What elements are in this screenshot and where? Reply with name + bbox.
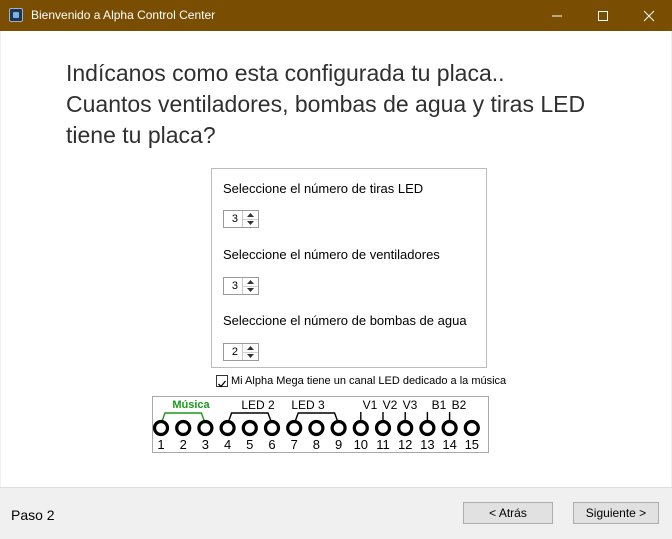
pin-9 <box>330 419 347 437</box>
heading-line-2: Cuantos ventiladores, bombas de agua y t… <box>66 91 586 117</box>
board-connector-diagram: 1 2 3 4 5 6 7 8 9 10 11 12 13 14 15 Música LED 2 LED 3… <box>152 396 489 453</box>
down-arrow-icon <box>247 288 254 292</box>
pin-number-4: 4 <box>224 437 231 452</box>
footer-divider <box>0 487 672 488</box>
pin-2 <box>175 419 192 437</box>
pin-label-v3: V3 <box>403 398 418 412</box>
pin-number-3: 3 <box>202 437 209 452</box>
group-label-musica: Música <box>172 399 210 411</box>
app-icon <box>9 8 23 22</box>
maximize-button[interactable] <box>580 0 626 31</box>
fans-label: Seleccione el número de ventiladores <box>223 247 440 262</box>
fans-value[interactable]: 3 <box>232 280 238 293</box>
pin-number-1: 1 <box>157 437 164 452</box>
pumps-label: Seleccione el número de bombas de agua <box>223 313 467 328</box>
pin-1 <box>152 419 170 437</box>
pin-label-b1: B1 <box>432 398 447 412</box>
fans-spinner[interactable]: 3 <box>223 277 259 295</box>
pumps-spinner[interactable]: 2 <box>223 343 259 361</box>
back-button[interactable]: < Atrás <box>463 502 553 524</box>
pin-3 <box>197 419 214 437</box>
spinner-buttons <box>242 278 258 294</box>
next-button[interactable]: Siguiente > <box>573 502 659 524</box>
pin-11 <box>374 419 392 437</box>
spinner-buttons <box>242 344 258 360</box>
led-strips-label: Seleccione el número de tiras LED <box>223 181 424 196</box>
checkmark-icon <box>218 380 227 388</box>
pin-number-8: 8 <box>313 437 320 452</box>
pin-row: 1 2 3 4 5 6 7 8 9 10 11 12 13 14 15 <box>152 419 480 452</box>
led-strips-spinner[interactable]: 3 <box>223 210 259 228</box>
pin-number-13: 13 <box>420 437 434 452</box>
pin-number-12: 12 <box>398 437 412 452</box>
page-heading: Indícanos como esta configurada tu placa… <box>66 58 626 151</box>
pin-number-7: 7 <box>291 437 298 452</box>
spin-down-button[interactable] <box>243 352 258 360</box>
pin-label-v1: V1 <box>363 398 378 412</box>
up-arrow-icon <box>247 213 254 217</box>
configuration-panel: Seleccione el número de tiras LED 3 Sele… <box>211 168 487 368</box>
pin-14 <box>441 419 458 437</box>
spin-down-button[interactable] <box>243 286 258 294</box>
pin-number-2: 2 <box>180 437 187 452</box>
pin-number-11: 11 <box>376 437 390 452</box>
heading-line-3: tiene tu placa? <box>66 122 216 148</box>
led-strips-value[interactable]: 3 <box>232 213 238 226</box>
spinner-buttons <box>242 211 258 227</box>
pin-number-6: 6 <box>268 437 275 452</box>
pin-6 <box>263 419 281 437</box>
music-channel-checkbox[interactable] <box>216 375 228 388</box>
pin-number-15: 15 <box>465 437 479 452</box>
pin-10 <box>352 419 369 437</box>
pin-7 <box>286 419 303 437</box>
pumps-value[interactable]: 2 <box>232 346 238 359</box>
music-channel-label: Mi Alpha Mega tiene un canal LED dedicad… <box>231 375 507 387</box>
connector-diagram-svg: 1 2 3 4 5 6 7 8 9 10 11 12 13 14 15 Música LED 2 LED 3… <box>152 398 480 452</box>
pin-4 <box>219 419 236 437</box>
pin-5 <box>241 419 258 437</box>
pin-13 <box>419 419 436 437</box>
down-arrow-icon <box>247 221 254 225</box>
pin-number-10: 10 <box>354 437 368 452</box>
up-arrow-icon <box>247 346 254 350</box>
title-bar[interactable]: Bienvenido a Alpha Control Center <box>0 0 672 31</box>
pin-number-9: 9 <box>335 437 342 452</box>
pin-8 <box>308 419 325 437</box>
pin-15 <box>463 419 480 437</box>
pin-12 <box>397 419 414 437</box>
minimize-icon <box>552 15 562 16</box>
up-arrow-icon <box>247 280 254 284</box>
pin-number-14: 14 <box>442 437 456 452</box>
pin-label-b2: B2 <box>452 398 467 412</box>
window-title: Bienvenido a Alpha Control Center <box>31 8 216 22</box>
maximize-icon <box>598 10 608 21</box>
down-arrow-icon <box>247 354 254 358</box>
heading-line-1: Indícanos como esta configurada tu placa… <box>66 60 505 86</box>
minimize-button[interactable] <box>534 0 580 31</box>
pin-label-v2: V2 <box>383 398 398 412</box>
pin-number-5: 5 <box>246 437 253 452</box>
spin-down-button[interactable] <box>243 219 258 227</box>
group-label-led2: LED 2 <box>241 398 275 412</box>
group-label-led3: LED 3 <box>291 398 325 412</box>
close-icon <box>643 10 655 21</box>
close-button[interactable] <box>626 0 672 31</box>
step-indicator: Paso 2 <box>11 507 55 523</box>
